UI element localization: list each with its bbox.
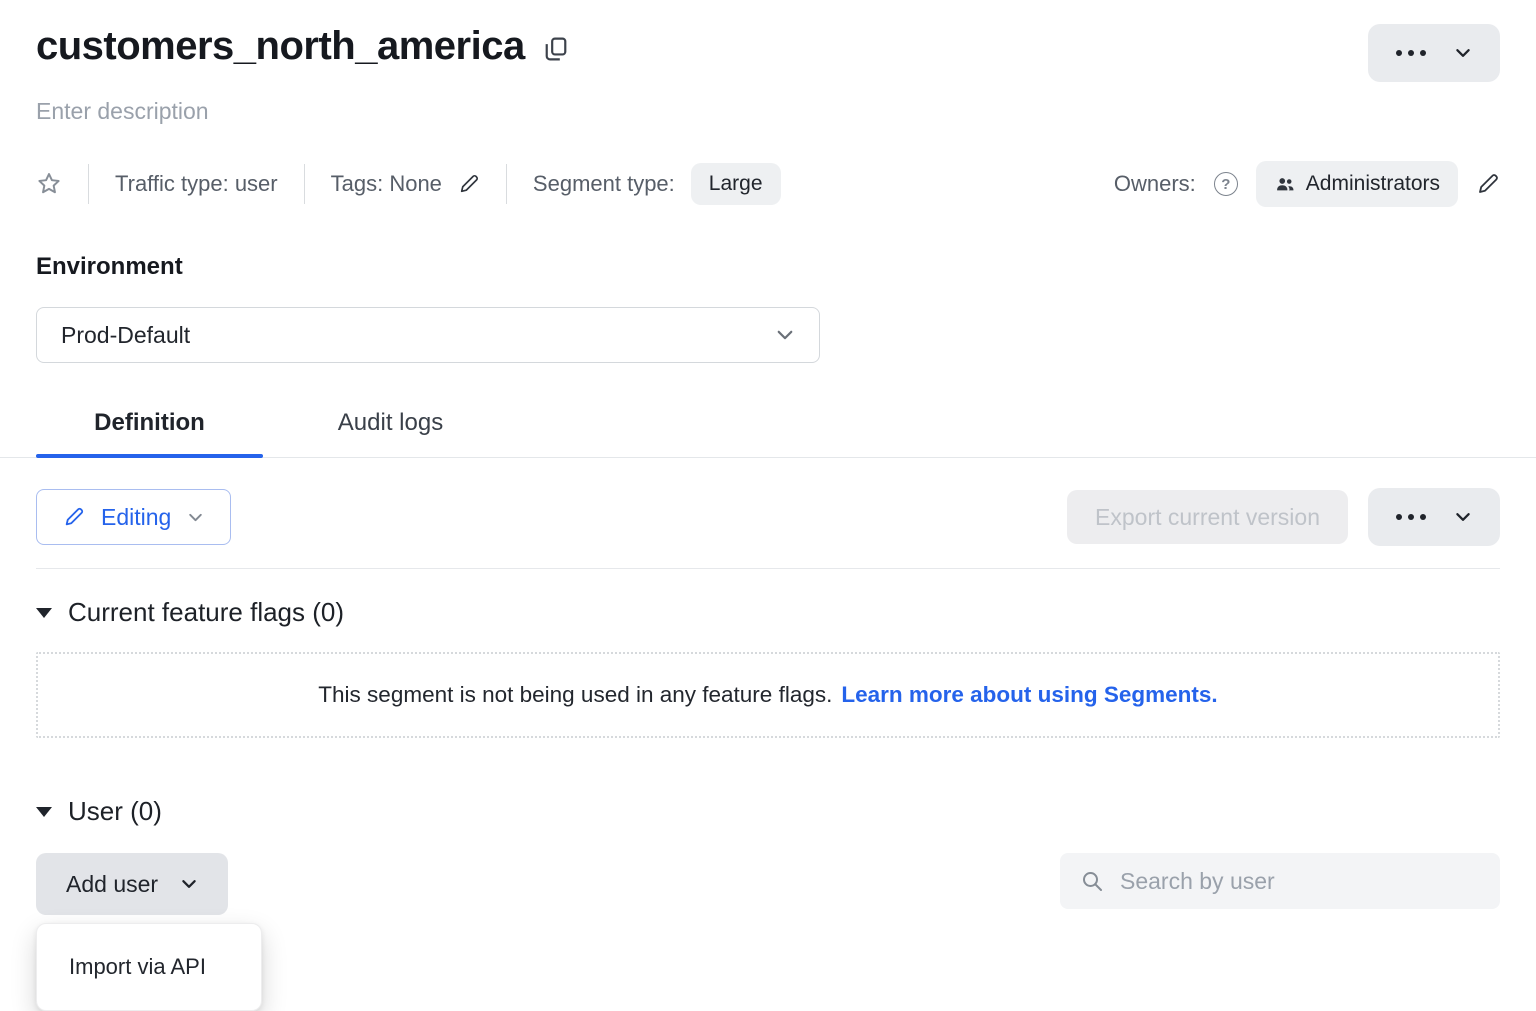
search-icon — [1080, 869, 1104, 893]
caret-down-icon — [36, 608, 52, 618]
ellipsis-icon — [1396, 514, 1426, 520]
description-placeholder[interactable]: Enter description — [36, 98, 1500, 125]
divider — [36, 568, 1500, 569]
feature-flags-section-header[interactable]: Current feature flags (0) — [36, 597, 344, 628]
divider — [506, 164, 507, 204]
owners-label: Owners: — [1114, 171, 1196, 197]
environment-select[interactable]: Prod-Default — [36, 307, 820, 363]
star-icon[interactable] — [36, 171, 62, 197]
empty-state-text: This segment is not being used in any fe… — [318, 682, 832, 708]
user-search-box[interactable] — [1060, 853, 1500, 909]
toolbar-right: Export current version — [1067, 488, 1500, 546]
ellipsis-icon — [1396, 50, 1426, 56]
segment-page: customers_north_america Enter descriptio… — [0, 0, 1536, 915]
user-search-input[interactable] — [1118, 867, 1480, 896]
learn-more-link[interactable]: Learn more about using Segments. — [841, 682, 1217, 708]
menu-item-import-via-api[interactable]: Import via API — [37, 932, 261, 1002]
title-wrap: customers_north_america — [36, 24, 567, 69]
header-more-menu-button[interactable] — [1368, 24, 1500, 82]
segment-type-item: Segment type: Large — [533, 163, 781, 205]
edit-owners-icon[interactable] — [1476, 172, 1500, 196]
environment-selected-value: Prod-Default — [61, 322, 190, 349]
feature-flags-empty-state: This segment is not being used in any fe… — [36, 652, 1500, 738]
pencil-icon — [63, 506, 85, 528]
environment-label: Environment — [36, 253, 1500, 281]
people-icon — [1274, 173, 1296, 195]
tab-bar: Definition Audit logs — [0, 409, 1536, 458]
toolbar-more-menu-button[interactable] — [1368, 488, 1500, 546]
add-user-label: Add user — [66, 871, 158, 898]
editing-mode-button[interactable]: Editing — [36, 489, 231, 545]
tab-definition[interactable]: Definition — [36, 409, 263, 457]
help-icon[interactable]: ? — [1214, 172, 1238, 196]
owners-value: Administrators — [1306, 172, 1440, 196]
definition-toolbar: Editing Export current version — [36, 488, 1500, 546]
chevron-down-icon — [1454, 508, 1472, 526]
divider — [88, 164, 89, 204]
user-section-header[interactable]: User (0) — [36, 796, 162, 827]
edit-tags-icon[interactable] — [458, 173, 480, 195]
traffic-type-label: Traffic type: user — [115, 171, 278, 197]
tab-audit-logs[interactable]: Audit logs — [277, 409, 504, 457]
chevron-down-icon — [1454, 44, 1472, 62]
user-controls: Add user Import via API — [36, 853, 1500, 915]
caret-down-icon — [36, 807, 52, 817]
tags-item: Tags: None — [331, 171, 480, 197]
owners-badge[interactable]: Administrators — [1256, 161, 1458, 207]
chevron-down-icon — [775, 325, 795, 345]
segment-type-label: Segment type: — [533, 171, 675, 197]
meta-row: Traffic type: user Tags: None Segment ty… — [36, 161, 1500, 207]
page-header: customers_north_america — [36, 24, 1500, 82]
tags-label: Tags: None — [331, 171, 442, 197]
feature-flags-section-title: Current feature flags (0) — [68, 597, 344, 628]
segment-type-badge: Large — [691, 163, 781, 205]
chevron-down-icon — [180, 875, 198, 893]
editing-label: Editing — [101, 504, 171, 531]
page-title: customers_north_america — [36, 24, 525, 69]
user-section-title: User (0) — [68, 796, 162, 827]
add-user-button[interactable]: Add user — [36, 853, 228, 915]
chevron-down-icon — [187, 509, 204, 526]
divider — [304, 164, 305, 204]
copy-icon[interactable] — [545, 37, 567, 61]
export-current-version-button[interactable]: Export current version — [1067, 490, 1348, 544]
owners-group: Owners: ? Administrators — [1114, 161, 1500, 207]
add-user-dropdown-menu: Import via API — [36, 923, 262, 1011]
